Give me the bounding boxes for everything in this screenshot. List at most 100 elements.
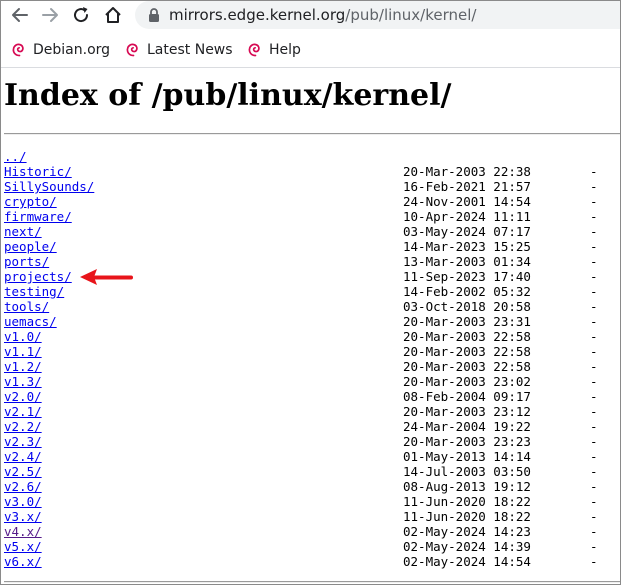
file-size: - [590, 449, 598, 464]
file-size: - [590, 164, 598, 179]
home-button[interactable] [101, 3, 125, 27]
listing-row: tools/03-Oct-2018 20:58 - [1, 299, 620, 314]
site-info-icon[interactable] [147, 7, 161, 27]
file-size: - [590, 284, 598, 299]
directory-link[interactable]: v3.0/ [4, 494, 42, 509]
page-content: Index of /pub/linux/kernel/ ../ Historic… [1, 68, 620, 584]
entry-rows: Historic/20-Mar-2003 22:38 - SillySounds/1… [1, 164, 620, 569]
file-size: - [590, 464, 598, 479]
file-size: - [590, 179, 598, 194]
debian-swirl-icon [248, 43, 260, 57]
listing-row: v2.4/01-May-2013 14:14 - [1, 449, 620, 464]
url-host: mirrors.edge.kernel.org [169, 6, 346, 24]
listing-row: v2.0/08-Feb-2004 09:17 - [1, 389, 620, 404]
file-size: - [590, 419, 598, 434]
directory-link[interactable]: crypto/ [4, 194, 57, 209]
directory-link[interactable]: v1.2/ [4, 359, 42, 374]
modified-date: 20-Mar-2003 22:58 [403, 329, 531, 344]
file-size: - [590, 434, 598, 449]
modified-date: 14-Mar-2023 15:25 [403, 239, 531, 254]
listing-row: v2.2/24-Mar-2004 19:22 - [1, 419, 620, 434]
modified-date: 20-Mar-2003 22:58 [403, 344, 531, 359]
modified-date: 20-Mar-2003 22:58 [403, 359, 531, 374]
directory-link[interactable]: v2.5/ [4, 464, 42, 479]
listing-row: v1.2/20-Mar-2003 22:58 - [1, 359, 620, 374]
reload-button[interactable] [69, 3, 93, 27]
directory-link[interactable]: uemacs/ [4, 314, 57, 329]
directory-link[interactable]: v5.x/ [4, 539, 42, 554]
directory-link[interactable]: v1.1/ [4, 344, 42, 359]
listing-row: v5.x/02-May-2024 14:39 - [1, 539, 620, 554]
directory-link[interactable]: next/ [4, 224, 42, 239]
directory-link[interactable]: v1.3/ [4, 374, 42, 389]
file-size: - [590, 554, 598, 569]
listing-row: next/03-May-2024 07:17 - [1, 224, 620, 239]
file-size: - [590, 344, 598, 359]
modified-date: 03-May-2024 07:17 [403, 224, 531, 239]
listing-row: v2.3/20-Mar-2003 23:23 - [1, 434, 620, 449]
directory-link[interactable]: v4.x/ [4, 524, 42, 539]
directory-link[interactable]: v2.0/ [4, 389, 42, 404]
directory-link[interactable]: firmware/ [4, 209, 72, 224]
bookmark-debian-org[interactable]: Debian.org [11, 40, 110, 60]
listing-row: people/14-Mar-2023 15:25 - [1, 239, 620, 254]
file-size: - [590, 254, 598, 269]
directory-link[interactable]: testing/ [4, 284, 64, 299]
modified-date: 24-Nov-2001 14:54 [403, 194, 531, 209]
bookmark-help[interactable]: Help [247, 40, 301, 60]
directory-link[interactable]: v2.4/ [4, 449, 42, 464]
arrow-right-icon [42, 8, 58, 22]
reload-icon [74, 7, 89, 23]
directory-link[interactable]: v2.3/ [4, 434, 42, 449]
modified-date: 20-Mar-2003 23:31 [403, 314, 531, 329]
file-size: - [590, 404, 598, 419]
address-bar[interactable]: mirrors.edge.kernel.org/pub/linux/kernel… [135, 1, 620, 29]
directory-link[interactable]: Historic/ [4, 164, 72, 179]
modified-date: 20-Mar-2003 23:23 [403, 434, 531, 449]
directory-link[interactable]: v2.1/ [4, 404, 42, 419]
file-size: - [590, 524, 598, 539]
file-size: - [590, 374, 598, 389]
modified-date: 24-Mar-2004 19:22 [403, 419, 531, 434]
arrow-left-icon [12, 8, 28, 22]
divider [4, 133, 620, 135]
modified-date: 16-Feb-2021 21:57 [403, 179, 531, 194]
directory-link[interactable]: projects/ [4, 269, 72, 284]
bookmark-latest-news[interactable]: Latest News [125, 40, 233, 60]
directory-link[interactable]: v1.0/ [4, 329, 42, 344]
bookmarks-bar: Debian.org Latest News Help [1, 33, 620, 68]
back-button[interactable] [8, 3, 32, 27]
listing-row: v2.5/14-Jul-2003 03:50 - [1, 464, 620, 479]
file-size: - [590, 329, 598, 344]
directory-link[interactable]: tools/ [4, 299, 49, 314]
listing-row: v2.6/08-Aug-2013 19:12 - [1, 479, 620, 494]
directory-link[interactable]: SillySounds/ [4, 179, 94, 194]
directory-link[interactable]: people/ [4, 239, 57, 254]
modified-date: 11-Sep-2023 17:40 [403, 269, 531, 284]
bookmark-label: Latest News [147, 42, 233, 58]
forward-button[interactable] [38, 3, 62, 27]
listing-row: v4.x/02-May-2024 14:23 - [1, 524, 620, 539]
listing-row: v1.1/20-Mar-2003 22:58 - [1, 344, 620, 359]
modified-date: 20-Mar-2003 22:38 [403, 164, 531, 179]
url-text: mirrors.edge.kernel.org/pub/linux/kernel… [169, 6, 476, 24]
directory-link[interactable]: v2.6/ [4, 479, 42, 494]
page-title: Index of /pub/linux/kernel/ [4, 78, 452, 113]
debian-swirl-icon [12, 43, 24, 57]
listing-row: firmware/10-Apr-2024 11:11 - [1, 209, 620, 224]
file-size: - [590, 269, 598, 284]
modified-date: 20-Mar-2003 23:02 [403, 374, 531, 389]
directory-link[interactable]: v2.2/ [4, 419, 42, 434]
directory-link[interactable]: v6.x/ [4, 554, 42, 569]
directory-link[interactable]: v3.x/ [4, 509, 42, 524]
listing-row: uemacs/20-Mar-2003 23:31 - [1, 314, 620, 329]
modified-date: 14-Jul-2003 03:50 [403, 464, 531, 479]
home-icon [105, 7, 121, 23]
modified-date: 20-Mar-2003 23:12 [403, 404, 531, 419]
listing-row: v1.0/20-Mar-2003 22:58 - [1, 329, 620, 344]
directory-link[interactable]: ports/ [4, 254, 49, 269]
modified-date: 02-May-2024 14:23 [403, 524, 531, 539]
file-size: - [590, 209, 598, 224]
modified-date: 13-Mar-2003 01:34 [403, 254, 531, 269]
parent-dir-link[interactable]: ../ [4, 149, 27, 164]
